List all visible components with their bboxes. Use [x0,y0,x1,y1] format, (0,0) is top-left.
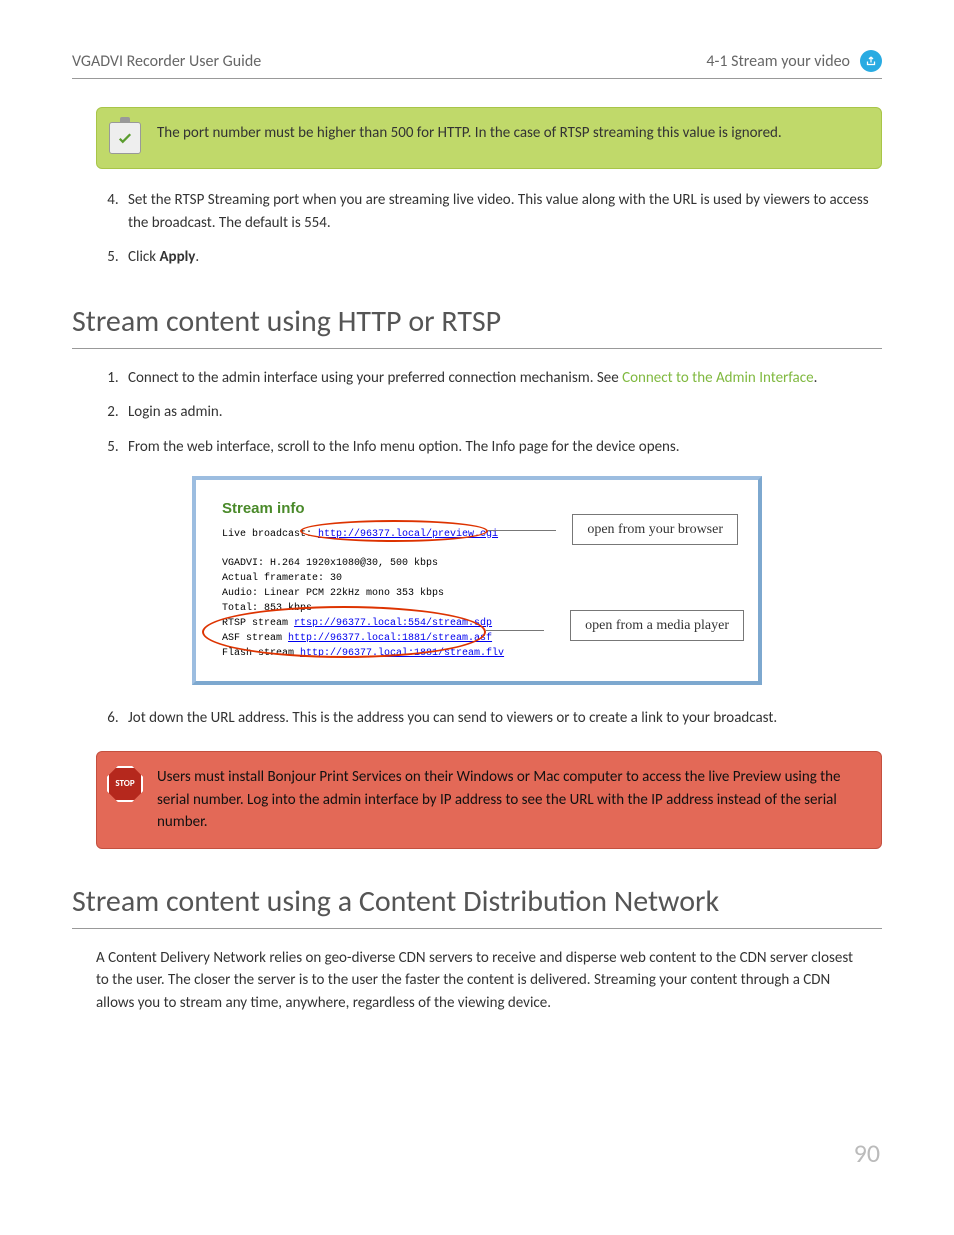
stream-info-screenshot: Stream info Live broadcast: http://96377… [192,476,762,685]
admin-interface-link[interactable]: Connect to the Admin Interface [622,369,813,387]
header-left: VGADVI Recorder User Guide [72,50,261,74]
clipboard-check-icon [109,122,141,154]
callout-connector-icon [488,530,556,531]
stop-icon: STOP [107,766,143,802]
callout-browser: open from your browser [572,514,738,545]
page-number: 90 [854,1134,880,1173]
note-callout: The port number must be higher than 500 … [96,107,882,169]
callout-connector-icon [486,630,544,631]
step-5: Click Apply. [122,246,882,269]
note-text: The port number must be higher than 500 … [157,122,782,145]
share-icon[interactable] [860,50,882,72]
step-b1: Connect to the admin interface using you… [122,367,882,390]
apply-label: Apply [159,248,195,266]
step-b6: Jot down the URL address. This is the ad… [122,707,882,730]
stop-text: Users must install Bonjour Print Service… [157,766,863,834]
annotation-circle-icon [202,606,486,658]
heading-http-rtsp: Stream content using HTTP or RTSP [72,299,882,349]
step-list-b: Connect to the admin interface using you… [122,367,882,459]
annotation-circle-icon [300,520,488,542]
step-list-a: Set the RTSP Streaming port when you are… [122,189,882,269]
step-list-c: Jot down the URL address. This is the ad… [122,707,882,730]
stop-callout: STOP Users must install Bonjour Print Se… [96,751,882,849]
step-4: Set the RTSP Streaming port when you are… [122,189,882,234]
callout-media-player: open from a media player [570,610,744,641]
header-right: 4-1 Stream your video [706,50,850,74]
step-b2: Login as admin. [122,401,882,424]
cdn-paragraph: A Content Delivery Network relies on geo… [96,947,854,1015]
heading-cdn: Stream content using a Content Distribut… [72,879,882,929]
page-header: VGADVI Recorder User Guide 4-1 Stream yo… [72,50,882,79]
step-b5: From the web interface, scroll to the In… [122,436,882,459]
